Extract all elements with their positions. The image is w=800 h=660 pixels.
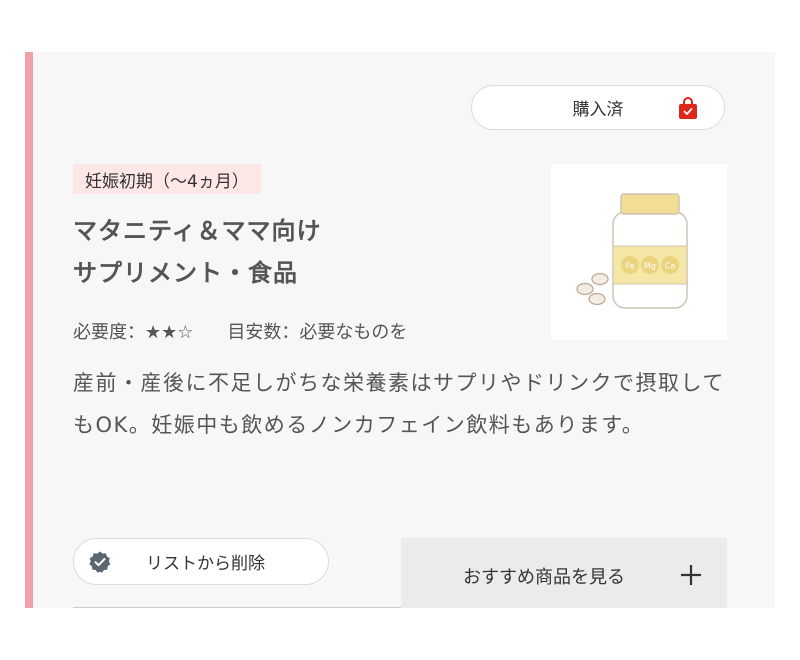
check-badge-icon	[89, 551, 111, 573]
card-accent-bar	[25, 52, 33, 608]
view-recommended-products-button[interactable]: おすすめ商品を見る	[401, 538, 727, 608]
count-guide: 目安数：必要なものを	[227, 322, 408, 343]
mineral-label-fe: Fe	[625, 262, 634, 271]
period-badge-label: 妊娠初期（〜4ヵ月）	[85, 171, 249, 192]
necessity-stars: ★★☆	[145, 322, 194, 343]
product-title: マタニティ＆ママ向け サプリメント・食品	[73, 210, 493, 294]
plus-icon	[681, 565, 701, 585]
purchased-label: 購入済	[572, 100, 624, 120]
remove-label: リストから削除	[146, 554, 265, 574]
product-meta: 必要度：★★☆ 目安数：必要なものを	[73, 318, 407, 344]
supplement-bottle-illustration: Fe Mg Ca	[576, 193, 688, 309]
product-card: 購入済 妊娠初期（〜4ヵ月） マタニティ＆ママ向け サプリメント・食品 Fe M…	[25, 52, 775, 608]
recommend-label: おすすめ商品を見る	[463, 567, 625, 588]
title-line-1: マタニティ＆ママ向け	[73, 217, 322, 245]
mineral-label-ca: Ca	[665, 262, 676, 271]
necessity-label: 必要度：	[73, 322, 145, 343]
necessity-rating: 必要度：★★☆	[73, 318, 193, 344]
remove-from-list-button[interactable]: リストから削除	[73, 538, 329, 585]
product-image: Fe Mg Ca	[551, 164, 727, 340]
shopping-bag-check-icon	[679, 97, 697, 119]
product-description: 産前・産後に不足しがちな栄養素はサプリやドリンクで摂取してもOK。妊娠中も飲める…	[73, 371, 725, 437]
period-badge: 妊娠初期（〜4ヵ月）	[73, 164, 261, 194]
section-divider	[73, 607, 401, 608]
purchased-button[interactable]: 購入済	[471, 85, 725, 130]
title-line-2: サプリメント・食品	[73, 259, 298, 287]
mineral-label-mg: Mg	[644, 262, 656, 271]
